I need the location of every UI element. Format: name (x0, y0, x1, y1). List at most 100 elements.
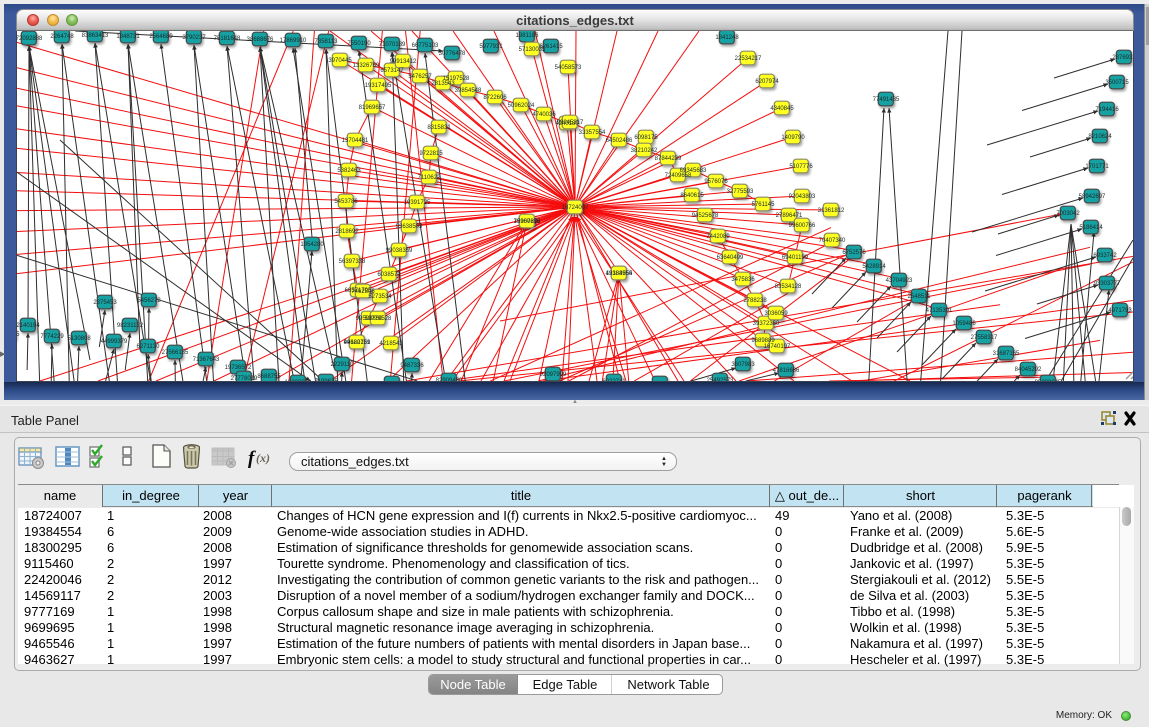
svg-text:39372360: 39372360 (753, 321, 780, 327)
svg-text:13704481: 13704481 (342, 138, 369, 144)
svg-text:39854548: 39854548 (455, 88, 482, 94)
svg-text:27778019: 27778019 (231, 376, 258, 381)
svg-text:84045292: 84045292 (1015, 367, 1042, 373)
svg-text:2876932: 2876932 (1112, 55, 1133, 61)
svg-text:5186414: 5186414 (1079, 225, 1103, 231)
svg-text:27896471: 27896471 (776, 213, 803, 219)
svg-text:7442089: 7442089 (706, 234, 730, 240)
svg-text:13326769: 13326769 (353, 63, 380, 69)
svg-text:5107776: 5107776 (789, 164, 813, 170)
svg-text:27558317: 27558317 (971, 335, 998, 341)
svg-text:25492573: 25492573 (707, 378, 734, 381)
svg-text:43704923: 43704923 (886, 278, 913, 284)
svg-text:7110622: 7110622 (418, 175, 442, 181)
svg-text:38688676: 38688676 (247, 37, 274, 43)
svg-text:3475836: 3475836 (731, 277, 755, 283)
svg-text:3790237: 3790237 (182, 35, 206, 41)
svg-text:5382463: 5382463 (337, 168, 361, 174)
svg-text:19736572: 19736572 (225, 365, 252, 371)
svg-text:15300293: 15300293 (514, 219, 541, 225)
svg-text:6207974: 6207974 (755, 79, 779, 85)
svg-text:38210242: 38210242 (631, 148, 658, 154)
svg-text:2140194: 2140194 (17, 323, 40, 329)
svg-text:3970445: 3970445 (328, 58, 352, 64)
svg-text:4740036: 4740036 (532, 112, 556, 118)
svg-text:72092888: 72092888 (17, 36, 43, 42)
svg-text:2788238: 2788238 (743, 298, 767, 304)
svg-text:99600766: 99600766 (789, 223, 816, 229)
svg-text:99913412: 99913412 (390, 59, 417, 65)
svg-text:94525678: 94525678 (692, 213, 719, 219)
svg-text:5456272: 5456272 (137, 298, 161, 304)
svg-text:44999379: 44999379 (101, 339, 128, 345)
svg-text:58942697: 58942697 (1079, 194, 1106, 200)
svg-text:70407340: 70407340 (819, 238, 846, 244)
svg-text:81969657: 81969657 (359, 105, 386, 111)
svg-text:7003042: 7003042 (1056, 211, 1080, 217)
svg-text:92043803: 92043803 (789, 194, 816, 200)
svg-text:32775593: 32775593 (727, 189, 754, 195)
svg-text:87844239: 87844239 (655, 156, 682, 162)
svg-text:3500715: 3500715 (1105, 80, 1129, 86)
svg-text:1954280: 1954280 (300, 242, 324, 248)
svg-text:6098175: 6098175 (634, 135, 658, 141)
svg-text:22534217: 22534217 (735, 56, 762, 62)
svg-text:7358113: 7358113 (315, 39, 339, 45)
svg-text:94120751: 94120751 (344, 340, 371, 346)
svg-text:7194416: 7194416 (1095, 107, 1119, 113)
svg-text:4971793: 4971793 (1108, 308, 1132, 314)
svg-text:5453786: 5453786 (334, 199, 358, 205)
svg-text:50962024: 50962024 (508, 103, 535, 109)
svg-text:5761145: 5761145 (752, 202, 776, 208)
svg-text:83863413: 83863413 (82, 33, 109, 39)
svg-text:27566185: 27566185 (162, 350, 189, 356)
svg-text:6038571: 6038571 (377, 272, 401, 278)
svg-text:9722815: 9722815 (419, 151, 443, 157)
svg-text:1409790: 1409790 (781, 135, 805, 141)
svg-text:17869910: 17869910 (280, 38, 307, 44)
svg-text:19233013: 19233013 (285, 380, 312, 381)
svg-text:5428914: 5428914 (862, 264, 886, 270)
svg-text:54058573: 54058573 (555, 65, 582, 71)
svg-text:69401199: 69401199 (782, 255, 809, 261)
svg-text:19391725: 19391725 (404, 200, 431, 206)
svg-text:1701771: 1701771 (1085, 164, 1109, 170)
svg-text:98231132: 98231132 (117, 323, 144, 329)
svg-text:5130808: 5130808 (67, 336, 91, 342)
svg-text:69345683: 69345683 (680, 168, 707, 174)
svg-text:9576076: 9576076 (704, 179, 728, 185)
svg-text:99245317: 99245317 (557, 120, 584, 126)
svg-text:f: f (248, 448, 256, 469)
svg-text:75181648: 75181648 (214, 36, 241, 42)
svg-text:8640615: 8640615 (680, 193, 704, 199)
svg-text:8688755: 8688755 (257, 374, 281, 380)
svg-text:19384554: 19384554 (606, 271, 633, 277)
svg-text:6271130: 6271130 (137, 344, 161, 350)
svg-text:2264748: 2264748 (50, 34, 74, 40)
svg-text:93638503: 93638503 (396, 224, 423, 230)
svg-text:5977931: 5977931 (479, 44, 503, 50)
svg-text:92097999: 92097999 (540, 372, 567, 378)
svg-text:1059486: 1059486 (952, 321, 976, 327)
svg-text:1848731: 1848731 (116, 34, 140, 40)
svg-text:30776478: 30776478 (439, 51, 466, 57)
svg-text:6022741: 6022741 (602, 379, 626, 381)
svg-text:6573147: 6573147 (380, 68, 404, 74)
svg-text:5273534: 5273534 (368, 294, 392, 300)
svg-text:6752576: 6752576 (842, 250, 866, 256)
svg-text:3036059: 3036059 (764, 311, 788, 317)
svg-text:8722606: 8722606 (483, 95, 507, 101)
svg-text:93303777: 93303777 (1094, 281, 1121, 287)
svg-text:47135391: 47135391 (926, 308, 953, 314)
svg-text:31687165: 31687165 (993, 351, 1020, 357)
svg-text:2375453: 2375453 (93, 300, 117, 306)
svg-text:53779528: 53779528 (365, 316, 392, 322)
svg-text:1841248: 1841248 (715, 35, 739, 41)
svg-text:8315831: 8315831 (427, 125, 451, 131)
svg-text:77491435: 77491435 (873, 97, 900, 103)
svg-text:83534128: 83534128 (775, 284, 802, 290)
svg-text:1981186: 1981186 (516, 33, 540, 39)
svg-text:7199635: 7199635 (314, 379, 338, 381)
svg-text:16740197: 16740197 (764, 344, 791, 350)
svg-text:18724007: 18724007 (562, 205, 589, 211)
